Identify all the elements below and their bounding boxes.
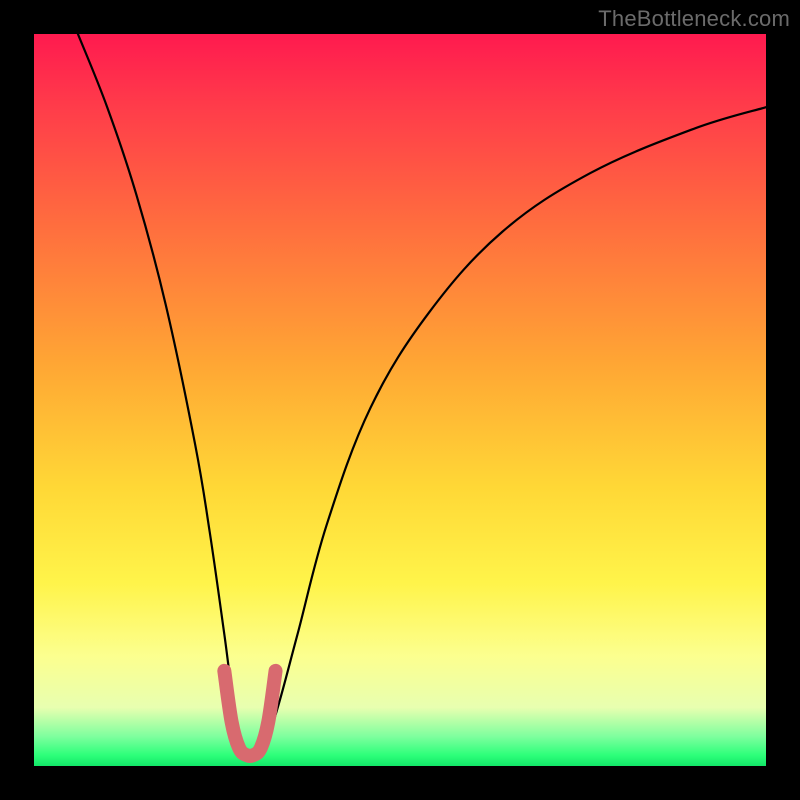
curve-layer: [34, 34, 766, 766]
chart-frame: TheBottleneck.com: [0, 0, 800, 800]
watermark-text: TheBottleneck.com: [598, 6, 790, 32]
optimal-zone-marker: [224, 671, 275, 756]
plot-area: [34, 34, 766, 766]
bottleneck-curve: [78, 34, 766, 756]
